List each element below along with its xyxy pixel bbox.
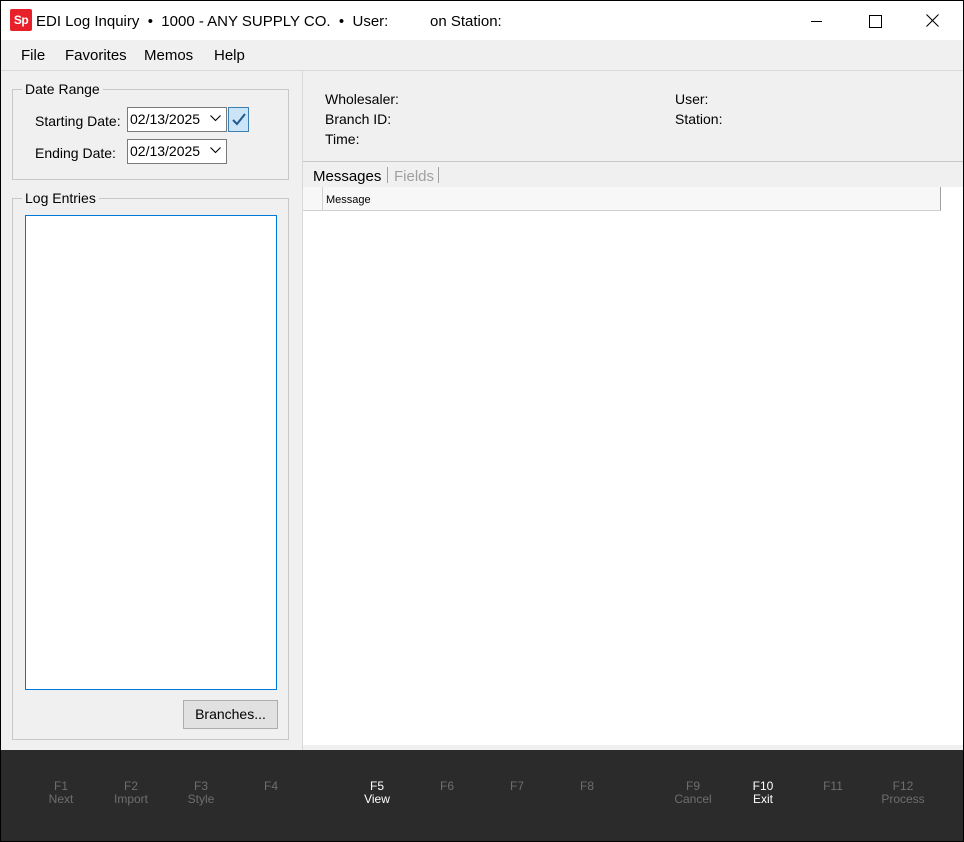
- log-entries-legend: Log Entries: [22, 190, 99, 207]
- fkey-key: F8: [579, 779, 594, 793]
- checkmark-icon: [232, 113, 246, 126]
- fkey-key: F11: [823, 779, 843, 793]
- branch-id-label: Branch ID:: [325, 111, 392, 127]
- grid-row-header: [303, 187, 323, 211]
- log-entries-group: Log Entries Branches...: [12, 190, 289, 740]
- tab-divider: [438, 167, 439, 183]
- date-range-group: Date Range Starting Date: 02/13/2025 End…: [12, 81, 289, 180]
- ending-date-label: Ending Date:: [35, 145, 116, 161]
- messages-grid[interactable]: Message: [303, 187, 963, 745]
- time-label: Time:: [325, 131, 360, 147]
- menu-bar: File Favorites Memos Help: [1, 40, 963, 71]
- starting-date-label: Starting Date:: [35, 113, 121, 129]
- fkey-key: F7: [509, 779, 524, 793]
- right-panel: Wholesaler: Branch ID: Time: User: Stati…: [302, 71, 963, 751]
- fkey-f4-button[interactable]: F4: [241, 780, 301, 793]
- fkey-key: F4: [263, 779, 278, 793]
- fkey-label: View: [364, 792, 390, 806]
- fkey-f1-button[interactable]: F1 Next: [31, 780, 91, 806]
- fkey-f6-button[interactable]: F6: [417, 780, 477, 793]
- fkey-label: Process: [881, 792, 925, 806]
- left-panel: Date Range Starting Date: 02/13/2025 End…: [1, 71, 301, 751]
- fkey-f5-button[interactable]: F5 View: [347, 780, 407, 806]
- wholesaler-label: Wholesaler:: [325, 91, 399, 107]
- tab-messages[interactable]: Messages: [313, 167, 381, 187]
- info-divider: [303, 161, 963, 162]
- log-entries-list[interactable]: [25, 215, 277, 690]
- fkey-label: Import: [113, 792, 148, 806]
- app-logo-icon: Sp: [10, 9, 32, 31]
- fkey-f2-button[interactable]: F2 Import: [101, 780, 161, 806]
- window-title: EDI Log Inquiry • 1000 - ANY SUPPLY CO. …: [36, 13, 502, 30]
- fkey-label: Style: [187, 792, 215, 806]
- ending-date-picker[interactable]: 02/13/2025: [127, 139, 227, 164]
- menu-favorites[interactable]: Favorites: [65, 40, 127, 71]
- minimize-icon[interactable]: [787, 1, 845, 40]
- fkey-f3-button[interactable]: F3 Style: [171, 780, 231, 806]
- fkey-f7-button[interactable]: F7: [487, 780, 547, 793]
- tab-fields[interactable]: Fields: [394, 167, 434, 187]
- fkey-label: Exit: [752, 792, 773, 806]
- fkey-f10-button[interactable]: F10 Exit: [733, 780, 793, 806]
- fkey-f12-button[interactable]: F12 Process: [873, 780, 933, 806]
- date-checkbox[interactable]: [228, 107, 249, 132]
- maximize-icon[interactable]: [845, 1, 903, 40]
- fkey-f11-button[interactable]: F11: [803, 780, 863, 793]
- menu-memos[interactable]: Memos: [144, 40, 193, 71]
- close-icon[interactable]: [903, 1, 961, 40]
- branches-button[interactable]: Branches...: [183, 700, 278, 729]
- menu-file[interactable]: File: [21, 40, 45, 71]
- app-window: Sp EDI Log Inquiry • 1000 - ANY SUPPLY C…: [1, 1, 963, 841]
- close-glyph: [926, 14, 939, 27]
- starting-date-picker[interactable]: 02/13/2025: [127, 107, 227, 132]
- tab-divider: [387, 167, 388, 183]
- chevron-down-icon[interactable]: [210, 115, 221, 122]
- fkey-label: Cancel: [674, 792, 712, 806]
- date-range-legend: Date Range: [22, 81, 103, 98]
- starting-date-value: 02/13/2025: [130, 111, 201, 127]
- fkey-key: F6: [439, 779, 454, 793]
- title-bar: Sp EDI Log Inquiry • 1000 - ANY SUPPLY C…: [1, 1, 963, 40]
- station-label: Station:: [675, 111, 723, 127]
- fkey-f9-button[interactable]: F9 Cancel: [663, 780, 723, 806]
- user-label: User:: [675, 91, 709, 107]
- fkey-f8-button[interactable]: F8: [557, 780, 617, 793]
- function-key-bar: F1 Next F2 Import F3 Style F4 F5 View F6 F7 F8 F9 Can…: [1, 750, 963, 841]
- grid-header: Message: [303, 187, 941, 211]
- chevron-down-icon[interactable]: [210, 147, 221, 154]
- fkey-label: Next: [48, 792, 74, 806]
- ending-date-value: 02/13/2025: [130, 143, 201, 159]
- menu-help[interactable]: Help: [214, 40, 245, 71]
- column-header-message[interactable]: Message: [326, 187, 371, 213]
